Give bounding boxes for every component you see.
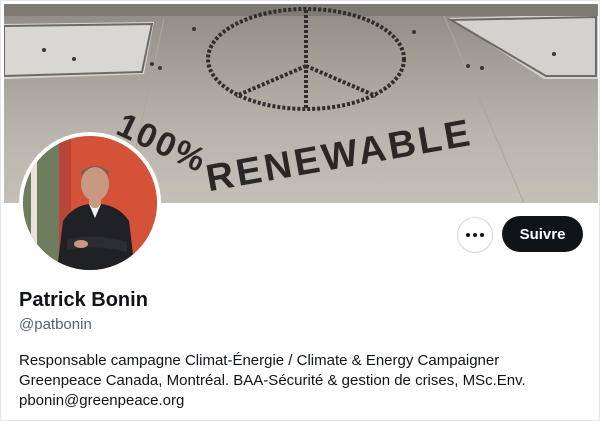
- svg-text:RENEWABLE: RENEWABLE: [203, 112, 476, 200]
- avatar[interactable]: [23, 136, 157, 270]
- bio-email: pbonin@greenpeace.org: [19, 392, 185, 409]
- bio-line: Greenpeace Canada, Montréal. BAA-Sécurit…: [19, 372, 526, 389]
- profile-handle: @patbonin: [19, 316, 92, 333]
- profile-bio: Responsable campagne Climat-Énergie / Cl…: [19, 351, 579, 411]
- bio-line: Responsable campagne Climat-Énergie / Cl…: [19, 352, 500, 369]
- peace-sign-icon: [206, 7, 406, 111]
- profile-name: Patrick Bonin: [19, 289, 148, 311]
- more-horizontal-icon: [466, 233, 484, 237]
- follow-button[interactable]: Suivre: [502, 216, 583, 252]
- avatar-ring: [19, 132, 161, 274]
- more-options-button[interactable]: [457, 217, 493, 253]
- profile-card: 100% RENEWABLE Suivre Patrick Bonin @pat…: [0, 0, 600, 421]
